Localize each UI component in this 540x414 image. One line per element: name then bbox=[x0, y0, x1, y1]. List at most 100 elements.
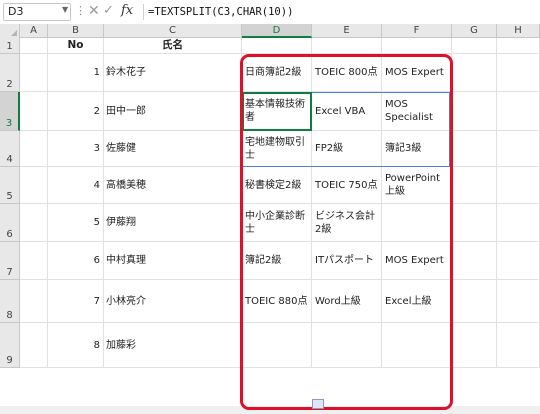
column-header-c[interactable]: C bbox=[104, 24, 242, 38]
empty-cell[interactable] bbox=[497, 167, 540, 204]
split-result-cell[interactable]: Excel上級 bbox=[382, 280, 452, 323]
row-header-3[interactable]: 3 bbox=[0, 92, 20, 131]
cancel-icon[interactable]: ✕ bbox=[88, 3, 100, 19]
empty-cell[interactable] bbox=[20, 323, 48, 368]
split-result-cell[interactable]: Word上級 bbox=[312, 280, 382, 323]
name-cell[interactable]: 加藤彩 bbox=[104, 323, 242, 368]
empty-cell[interactable] bbox=[497, 204, 540, 242]
row-header-1[interactable]: 1 bbox=[0, 38, 20, 54]
empty-cell[interactable] bbox=[452, 54, 497, 92]
split-result-cell[interactable]: Excel VBA bbox=[312, 92, 382, 131]
empty-cell[interactable] bbox=[452, 167, 497, 204]
empty-cell[interactable] bbox=[20, 204, 48, 242]
name-cell[interactable]: 小林亮介 bbox=[104, 280, 242, 323]
empty-cell[interactable] bbox=[20, 242, 48, 280]
split-result-cell[interactable]: TOEIC 750点 bbox=[312, 167, 382, 204]
row-number-cell[interactable]: 3 bbox=[48, 131, 104, 167]
empty-cell[interactable] bbox=[20, 38, 48, 54]
split-result-cell[interactable]: 秘書検定2級 bbox=[242, 167, 312, 204]
more-options-icon[interactable]: ⋮ bbox=[75, 4, 86, 17]
empty-cell[interactable] bbox=[497, 280, 540, 323]
column-header-d[interactable]: D bbox=[242, 24, 312, 38]
row-header-6[interactable]: 6 bbox=[0, 204, 20, 242]
row-number-cell[interactable]: 1 bbox=[48, 54, 104, 92]
name-cell[interactable]: 中村真理 bbox=[104, 242, 242, 280]
insert-function-icon[interactable]: fx bbox=[121, 3, 133, 18]
empty-cell[interactable] bbox=[452, 38, 497, 54]
split-result-cell[interactable]: ITパスポート bbox=[312, 242, 382, 280]
split-result-cell[interactable]: ビジネス会計2級 bbox=[312, 204, 382, 242]
empty-cell[interactable] bbox=[497, 38, 540, 54]
empty-cell[interactable] bbox=[382, 38, 452, 54]
empty-cell[interactable] bbox=[452, 131, 497, 167]
split-result-cell[interactable]: FP2級 bbox=[312, 131, 382, 167]
empty-cell[interactable] bbox=[242, 38, 312, 54]
empty-cell[interactable] bbox=[452, 92, 497, 131]
empty-cell[interactable] bbox=[20, 131, 48, 167]
name-box[interactable]: D3 bbox=[3, 3, 71, 21]
split-result-cell[interactable]: TOEIC 800点 bbox=[312, 54, 382, 92]
name-box-dropdown-icon[interactable]: ▼ bbox=[62, 5, 68, 14]
split-result-cell[interactable]: MOS Expert bbox=[382, 242, 452, 280]
name-cell[interactable]: 佐藤健 bbox=[104, 131, 242, 167]
row-number-cell[interactable]: 6 bbox=[48, 242, 104, 280]
column-header-h[interactable]: H bbox=[497, 24, 540, 38]
split-result-cell[interactable] bbox=[382, 204, 452, 242]
row-header-4[interactable]: 4 bbox=[0, 131, 20, 167]
name-cell[interactable]: 伊藤翔 bbox=[104, 204, 242, 242]
row-number-cell[interactable]: 7 bbox=[48, 280, 104, 323]
column-header-g[interactable]: G bbox=[452, 24, 497, 38]
split-result-cell[interactable]: TOEIC 880点 bbox=[242, 280, 312, 323]
split-result-cell[interactable]: PowerPoint上級 bbox=[382, 167, 452, 204]
formula-input[interactable]: =TEXTSPLIT(C3,CHAR(10)) bbox=[148, 4, 293, 20]
row-header-2[interactable]: 2 bbox=[0, 54, 20, 92]
row-number-cell[interactable]: 4 bbox=[48, 167, 104, 204]
split-result-cell[interactable]: 簿記2級 bbox=[242, 242, 312, 280]
empty-cell[interactable] bbox=[452, 242, 497, 280]
split-result-cell[interactable]: MOS Expert bbox=[382, 54, 452, 92]
split-value: MOS Specialist bbox=[385, 99, 433, 123]
empty-cell[interactable] bbox=[382, 323, 452, 368]
empty-cell[interactable] bbox=[497, 323, 540, 368]
empty-cell[interactable] bbox=[497, 242, 540, 280]
paste-options-icon[interactable] bbox=[312, 399, 324, 409]
row-number-cell[interactable]: 5 bbox=[48, 204, 104, 242]
empty-cell[interactable] bbox=[242, 323, 312, 368]
empty-cell[interactable] bbox=[452, 323, 497, 368]
empty-cell[interactable] bbox=[20, 92, 48, 131]
select-all-corner[interactable] bbox=[0, 24, 20, 39]
empty-cell[interactable] bbox=[312, 38, 382, 54]
split-result-cell[interactable]: 宅地建物取引士 bbox=[242, 131, 312, 167]
empty-cell[interactable] bbox=[452, 204, 497, 242]
column-header-a[interactable]: A bbox=[20, 24, 48, 38]
row-number: 8 bbox=[6, 310, 13, 321]
split-result-cell[interactable]: MOS Specialist bbox=[382, 92, 452, 131]
empty-cell[interactable] bbox=[20, 167, 48, 204]
empty-cell[interactable] bbox=[312, 323, 382, 368]
empty-cell[interactable] bbox=[452, 280, 497, 323]
split-result-cell[interactable]: 基本情報技術者 bbox=[242, 92, 312, 131]
row-header-8[interactable]: 8 bbox=[0, 280, 20, 323]
row-number-cell[interactable]: 2 bbox=[48, 92, 104, 131]
empty-cell[interactable] bbox=[497, 92, 540, 131]
empty-cell[interactable] bbox=[20, 280, 48, 323]
horizontal-scrollbar[interactable] bbox=[0, 406, 540, 414]
row-header-7[interactable]: 7 bbox=[0, 242, 20, 280]
empty-cell[interactable] bbox=[20, 54, 48, 92]
row-number-cell[interactable]: 8 bbox=[48, 323, 104, 368]
enter-icon[interactable]: ✓ bbox=[103, 3, 114, 18]
empty-cell[interactable] bbox=[497, 131, 540, 167]
column-header-e[interactable]: E bbox=[312, 24, 382, 38]
split-result-cell[interactable]: 日商簿記2級 bbox=[242, 54, 312, 92]
name-cell[interactable]: 鈴木花子 bbox=[104, 54, 242, 92]
column-header-b[interactable]: B bbox=[48, 24, 104, 38]
split-result-cell[interactable]: 簿記3級 bbox=[382, 131, 452, 167]
empty-cell[interactable] bbox=[497, 54, 540, 92]
split-value: MOS Expert bbox=[385, 67, 444, 78]
split-result-cell[interactable]: 中小企業診断士 bbox=[242, 204, 312, 242]
row-header-9[interactable]: 9 bbox=[0, 323, 20, 368]
row-header-5[interactable]: 5 bbox=[0, 167, 20, 204]
name-cell[interactable]: 高橋美穂 bbox=[104, 167, 242, 204]
name-cell[interactable]: 田中一郎 bbox=[104, 92, 242, 131]
column-header-f[interactable]: F bbox=[382, 24, 452, 38]
